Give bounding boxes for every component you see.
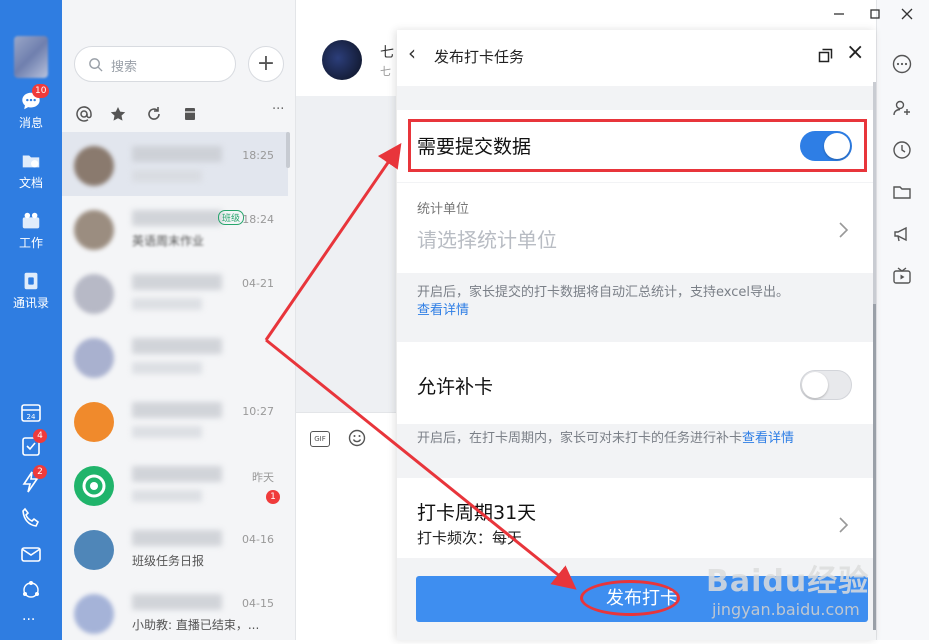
- watermark-brand: Baidu经验: [706, 564, 870, 599]
- baidu-watermark: Baidu经验 jingyan.baidu.com: [706, 556, 869, 619]
- annotation-arrows: [264, 143, 577, 590]
- arrow-to-publish: [265, 338, 577, 590]
- arrow-to-toggle: [264, 143, 402, 341]
- watermark-url: jingyan.baidu.com: [712, 600, 860, 619]
